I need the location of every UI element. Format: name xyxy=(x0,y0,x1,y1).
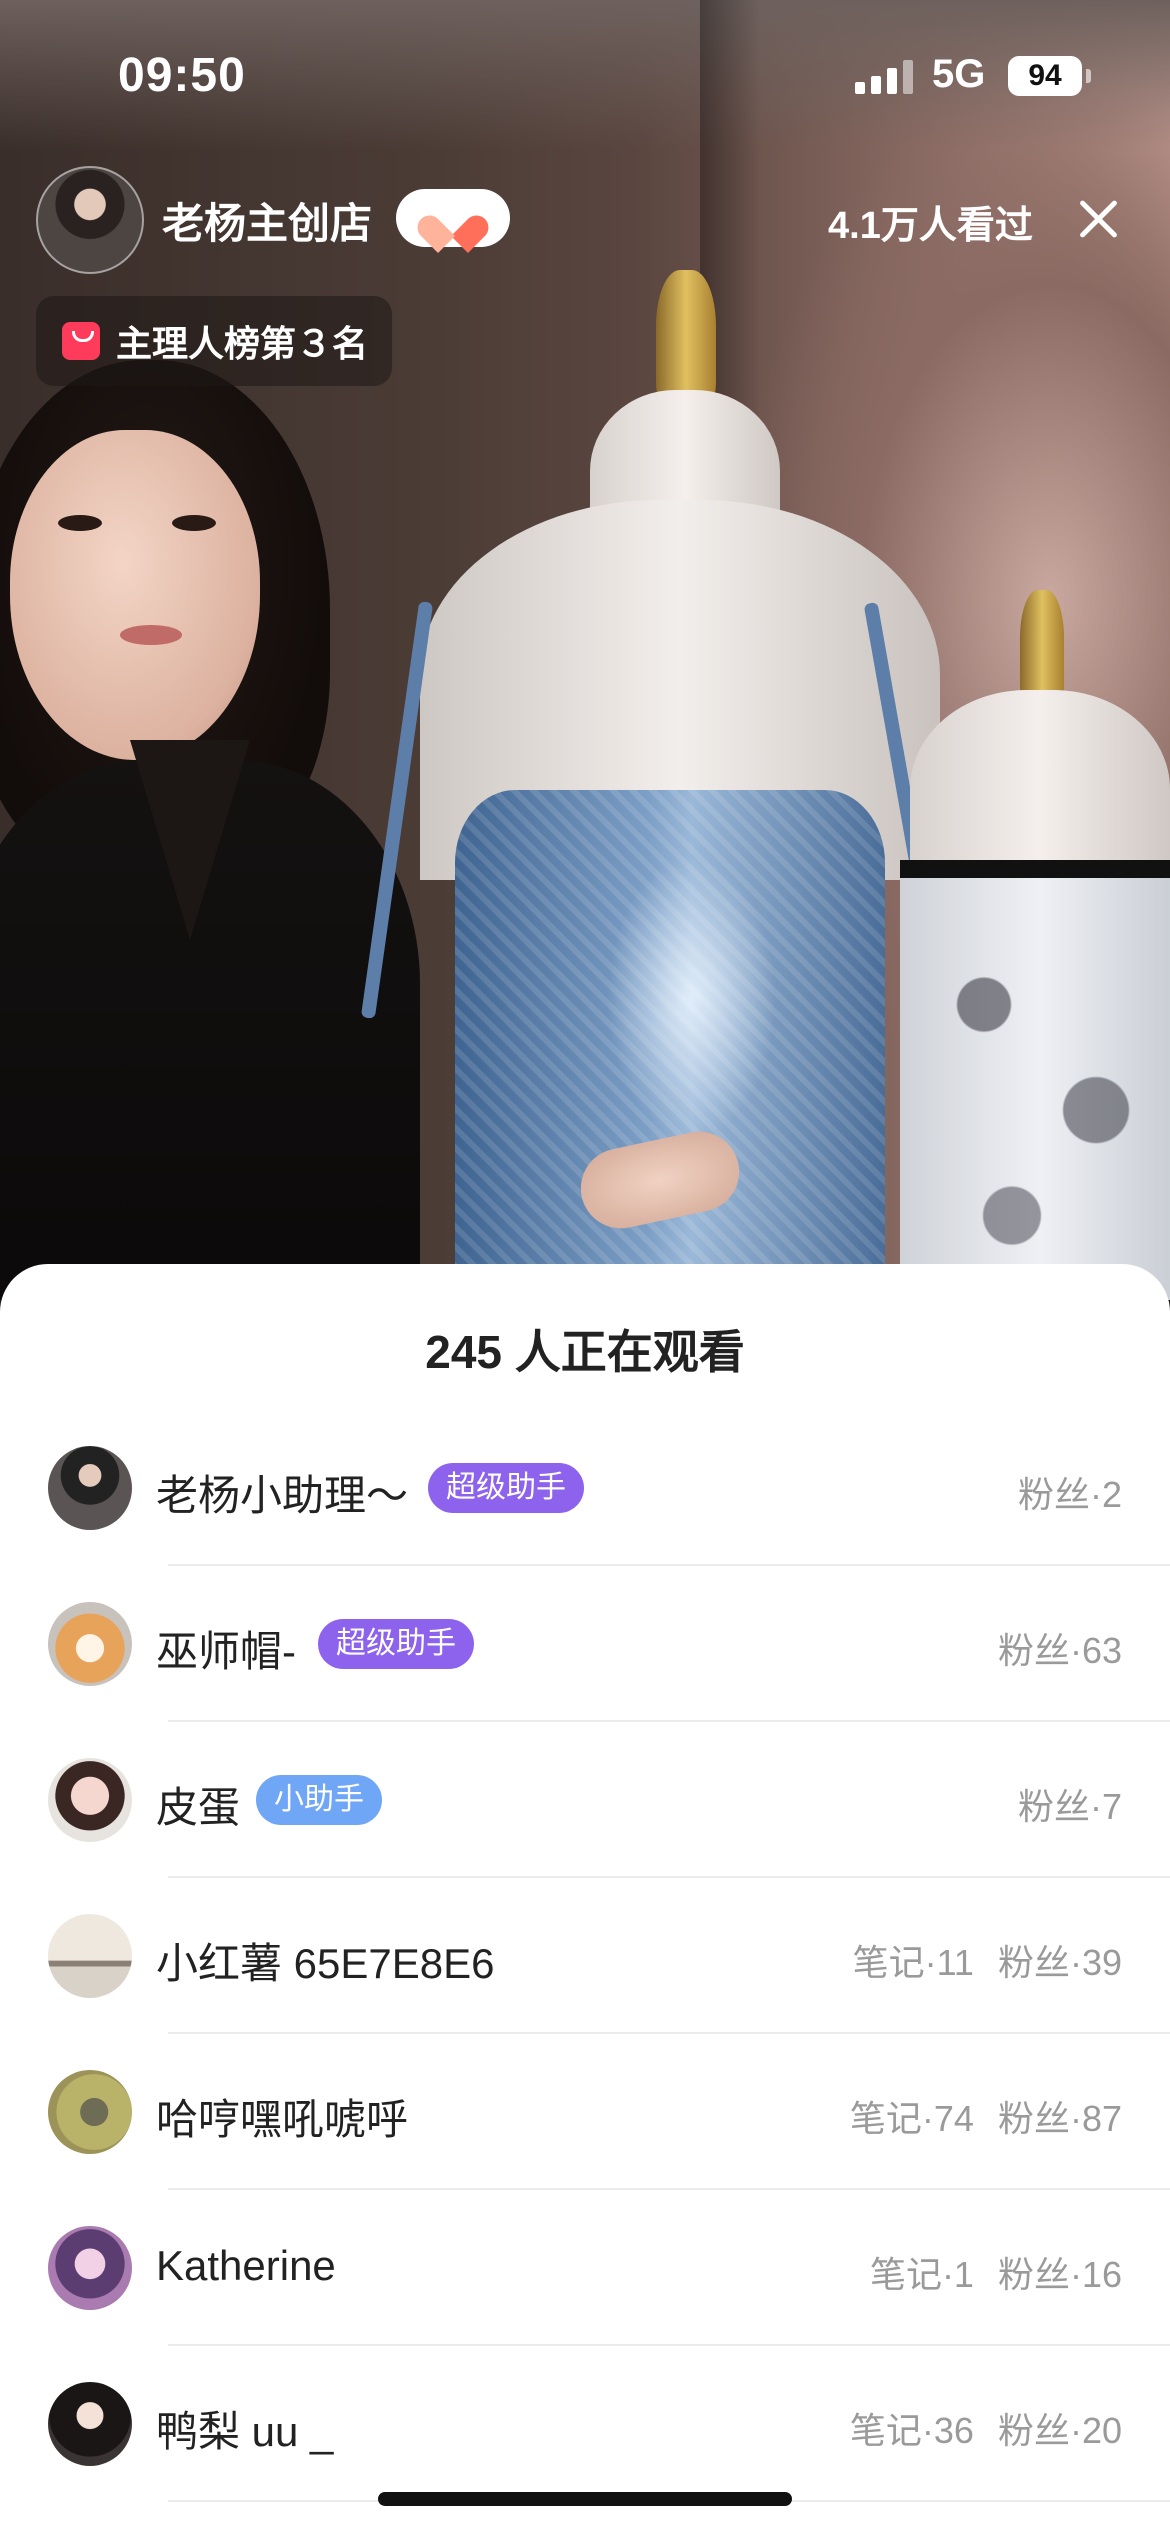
viewer-avatar[interactable] xyxy=(48,1602,132,1686)
viewer-row[interactable]: 皮蛋 小助手 粉丝·7 xyxy=(0,1722,1170,1878)
viewer-fans: 粉丝·39 xyxy=(997,1942,1122,1983)
status-bar: 09:50 5G 94 xyxy=(0,0,1170,150)
printed-dress xyxy=(900,860,1170,1300)
assistant-badge: 小助手 xyxy=(256,1775,382,1825)
network-type: 5G xyxy=(932,52,986,96)
blue-sequin-dress xyxy=(455,790,885,1300)
viewer-row[interactable]: 哈哼嘿吼唬呼 笔记·74 粉丝·87 xyxy=(0,2034,1170,2190)
host-name[interactable]: 老杨主创店 xyxy=(162,190,372,251)
viewer-stats: 笔记·1 粉丝·16 xyxy=(870,2246,1122,2298)
viewer-row[interactable]: 小红薯 65E7E8E6 笔记·11 粉丝·39 xyxy=(0,1878,1170,2034)
battery-tip xyxy=(1086,69,1091,83)
viewer-notes: 笔记·11 xyxy=(852,1942,974,1983)
host-avatar[interactable] xyxy=(36,166,144,274)
heart-icon xyxy=(431,198,475,238)
host-lips xyxy=(120,625,182,645)
viewer-avatar[interactable] xyxy=(48,1446,132,1530)
view-count: 4.1万人看过 xyxy=(828,205,1033,247)
close-icon[interactable] xyxy=(1076,196,1120,240)
battery-icon: 94 xyxy=(1008,56,1082,96)
viewer-avatar[interactable] xyxy=(48,2226,132,2310)
viewer-fans: 粉丝·2 xyxy=(1017,1474,1122,1515)
status-time: 09:50 xyxy=(118,49,246,102)
viewer-fans: 粉丝·20 xyxy=(997,2410,1122,2451)
viewer-fans: 粉丝·63 xyxy=(997,1630,1122,1671)
viewer-row[interactable]: Katherine 笔记·1 粉丝·16 xyxy=(0,2190,1170,2346)
rank-label: 主理人榜第３名 xyxy=(116,323,369,364)
signal-icon xyxy=(855,60,915,94)
viewer-notes: 笔记·1 xyxy=(869,2254,974,2295)
host-face xyxy=(10,430,260,760)
follow-button[interactable] xyxy=(396,189,510,247)
viewer-stats: 粉丝·7 xyxy=(1018,1778,1122,1830)
viewer-name: 哈哼嘿吼唬呼 xyxy=(156,2096,409,2143)
mannequin-finial xyxy=(656,270,716,410)
super-assistant-badge: 超级助手 xyxy=(318,1619,474,1669)
viewer-row[interactable]: 巫师帽- 超级助手 粉丝·63 xyxy=(0,1566,1170,1722)
viewer-stats: 笔记·11 粉丝·39 xyxy=(853,1934,1122,1986)
viewer-name: 鸭梨 uu _ xyxy=(156,2408,334,2455)
viewer-count-title: 245 人正在观看 xyxy=(425,1326,745,1378)
rank-badge[interactable]: 主理人榜第３名 xyxy=(36,296,392,386)
viewer-fans: 粉丝·7 xyxy=(1017,1786,1122,1827)
viewer-stats: 粉丝·2 xyxy=(1018,1466,1122,1518)
viewer-avatar[interactable] xyxy=(48,2382,132,2466)
shopping-bag-icon xyxy=(62,322,100,360)
viewer-name: 小红薯 65E7E8E6 xyxy=(156,1940,495,1987)
viewer-fans: 粉丝·16 xyxy=(997,2254,1122,2295)
viewer-name: Katherine xyxy=(156,2242,336,2289)
viewer-notes: 笔记·74 xyxy=(849,2098,974,2139)
viewer-stats: 粉丝·63 xyxy=(998,1622,1122,1674)
host-eye-right xyxy=(172,515,216,531)
host-eye-left xyxy=(58,515,102,531)
super-assistant-badge: 超级助手 xyxy=(428,1463,584,1513)
viewer-row[interactable]: 老杨小助理～ 超级助手 粉丝·2 xyxy=(0,1410,1170,1566)
viewer-row[interactable]: 鸭梨 uu _ 笔记·36 粉丝·20 xyxy=(0,2346,1170,2502)
viewer-name: 老杨小助理～ xyxy=(156,1472,409,1519)
viewer-avatar[interactable] xyxy=(48,1914,132,1998)
viewer-notes: 笔记·36 xyxy=(849,2410,974,2451)
viewer-name: 皮蛋 xyxy=(156,1784,241,1831)
viewer-fans: 粉丝·87 xyxy=(997,2098,1122,2139)
viewer-avatar[interactable] xyxy=(48,1758,132,1842)
home-indicator[interactable] xyxy=(378,2492,792,2506)
viewer-avatar[interactable] xyxy=(48,2070,132,2154)
viewer-stats: 笔记·74 粉丝·87 xyxy=(850,2090,1122,2142)
viewer-stats: 笔记·36 粉丝·20 xyxy=(850,2402,1122,2454)
viewer-name: 巫师帽- xyxy=(156,1628,296,1675)
